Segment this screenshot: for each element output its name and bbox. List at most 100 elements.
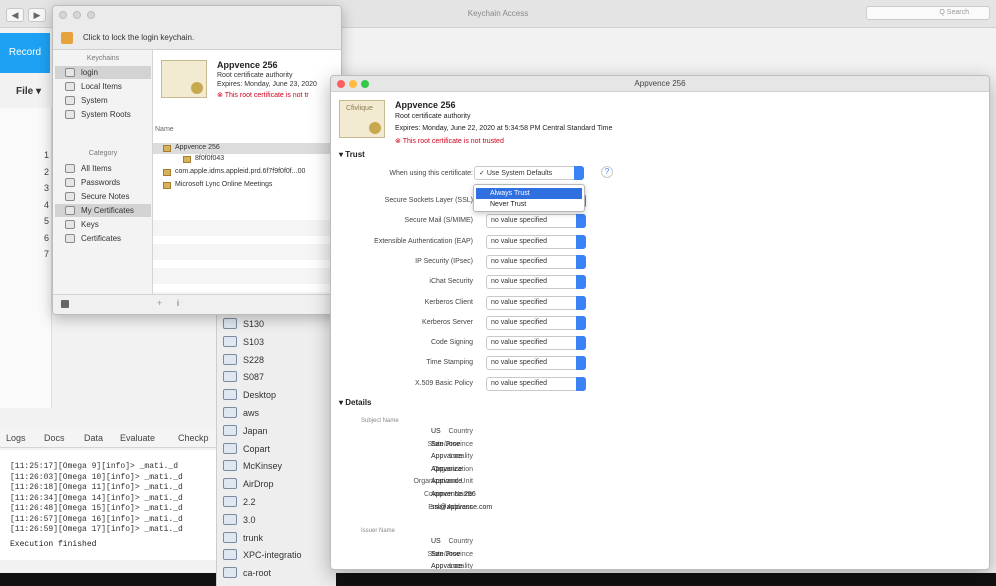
record-button[interactable]: Record [0,33,50,73]
bottom-tab[interactable]: Checkp [178,433,209,443]
certificate-icon [183,156,191,163]
category-item[interactable]: Certificates [55,232,151,245]
keychain-row[interactable]: com.apple.idms.appleid.prd.6f7f9f0f0f...… [153,167,341,178]
keychain-icon [65,68,75,77]
finder-item[interactable]: XPC-integratio [223,547,333,565]
keychain-item[interactable]: System Roots [55,108,151,121]
column-header-name[interactable]: Name [155,126,174,133]
folder-icon [223,549,237,561]
bottom-tab[interactable]: Data [84,433,103,443]
detail-label: Country [448,538,473,545]
finder-item-label: XPC-integratio [243,550,302,561]
keychain-icon [65,96,75,105]
finder-item-label: trunk [243,532,264,543]
details-section-toggle[interactable]: ▾ Details [339,398,371,407]
keychain-item[interactable]: login [55,66,151,79]
certificate-title-bar: Appvence 256 [331,76,989,92]
finder-item[interactable]: 2.2 [223,494,333,512]
trust-setting-select[interactable]: no value specified [486,295,586,310]
finder-item[interactable]: S087 [223,369,333,387]
certificate-icon-label: Cfivlique [346,105,373,112]
search-field[interactable]: Q Search [866,6,990,20]
close-button[interactable] [337,80,345,88]
info-icon[interactable]: i [177,298,179,308]
finder-item-label: 3.0 [243,514,256,525]
finder-item[interactable]: ca-root [223,565,333,583]
category-item[interactable]: All Items [55,162,151,175]
trust-setting-select[interactable]: no value specified [486,336,586,351]
trust-setting-select[interactable]: no value specified [486,234,586,249]
category-item[interactable]: Passwords [55,176,151,189]
finder-item[interactable]: Copart [223,441,333,459]
issuer-header: Issuer Name [361,528,396,534]
keychain-item[interactable]: System [55,94,151,107]
folder-icon [223,335,237,347]
folder-icon [223,496,237,507]
when-using-value: ✓ Use System Defaults [479,170,553,177]
trust-setting-select[interactable]: no value specified [486,275,586,290]
finder-item[interactable]: McKinsey [223,458,333,476]
when-using-select[interactable]: ✓ Use System Defaults [474,166,584,180]
finder-item[interactable]: aws [223,405,333,423]
trust-setting-select[interactable]: no value specified [486,315,586,330]
finder-item[interactable]: S228 [223,352,333,370]
category-item[interactable]: My Certificates [55,204,151,217]
category-icon [65,206,75,215]
trust-setting-label: Code Signing [430,339,473,347]
category-item[interactable]: Keys [55,218,151,231]
trust-setting-select[interactable]: no value specified [486,376,586,391]
trust-setting-label: Extensible Authentication (EAP) [374,237,473,245]
file-menu[interactable]: File ▾ [16,86,41,97]
keychain-row[interactable]: 8f0f0f043 [153,154,341,165]
row-number: 6 [44,232,50,243]
trust-setting-select[interactable]: no value specified [486,356,586,371]
bottom-tab[interactable]: Evaluate [120,433,155,443]
keychain-row[interactable]: Appvence 256 [153,143,341,154]
trust-option[interactable]: Never Trust [476,199,582,210]
cert-name: Appvence 256 [217,60,278,70]
folder-icon [223,460,237,472]
row-number: 5 [44,216,50,226]
bottom-tab[interactable]: Logs [6,433,26,443]
trust-setting-value: no value specified [491,217,548,225]
lock-icon[interactable] [61,32,73,44]
keychain-row[interactable]: Microsoft Lync Online Meetings [153,180,341,191]
row-stripe [153,268,341,284]
close-button[interactable] [59,11,67,19]
bottom-tab[interactable]: Docs [44,433,65,443]
log-line: [11:26:57][Omega 16][info]> _mati._d [10,514,183,524]
certificate-icon [161,60,207,98]
finder-item[interactable]: Desktop [223,387,333,405]
add-icon[interactable]: + [157,298,162,308]
zoom-button[interactable] [87,11,95,19]
category-header: Category [88,150,118,157]
finder-sidebar: S130 S103 S228 S087 Desktop aws Japan Copart McK… [216,310,336,586]
category-item[interactable]: Secure Notes [55,190,151,203]
trust-option[interactable]: Always Trust [476,188,582,199]
log-line: [11:26:18][Omega 11][info]> _mati._d [10,483,183,492]
finder-item[interactable]: S130 [223,316,333,334]
zoom-button[interactable] [361,80,369,88]
finder-item[interactable]: Japan [223,423,333,441]
chevron-down-icon [576,315,586,330]
finder-item[interactable]: trunk [223,530,333,548]
trust-setting-select[interactable]: no value specified [486,254,586,269]
folder-icon [223,424,237,436]
detail-value: US [431,538,441,545]
chevron-down-icon [574,166,584,180]
finder-item[interactable]: AirDrop [223,476,333,494]
log-line: [11:25:17][Omega 9][info]> _mati._d [10,462,179,471]
finder-item[interactable]: S103 [223,334,333,352]
row-number: 7 [44,249,50,259]
sidebar-toggle-icon[interactable] [61,300,69,308]
trust-setting-select[interactable]: no value specified [486,214,586,229]
minimize-button[interactable] [73,11,81,19]
finder-item[interactable]: 3.0 [223,512,333,530]
minimize-button[interactable] [349,80,357,88]
keychain-item[interactable]: Local Items [55,80,151,93]
row-number: 4 [44,199,50,210]
trust-section-toggle[interactable]: ▾ Trust [339,150,365,159]
category-item-label: Keys [81,220,99,229]
cert-warning: ⊗ This root certificate is not trusted [395,138,504,145]
help-button[interactable]: ? [601,166,613,178]
